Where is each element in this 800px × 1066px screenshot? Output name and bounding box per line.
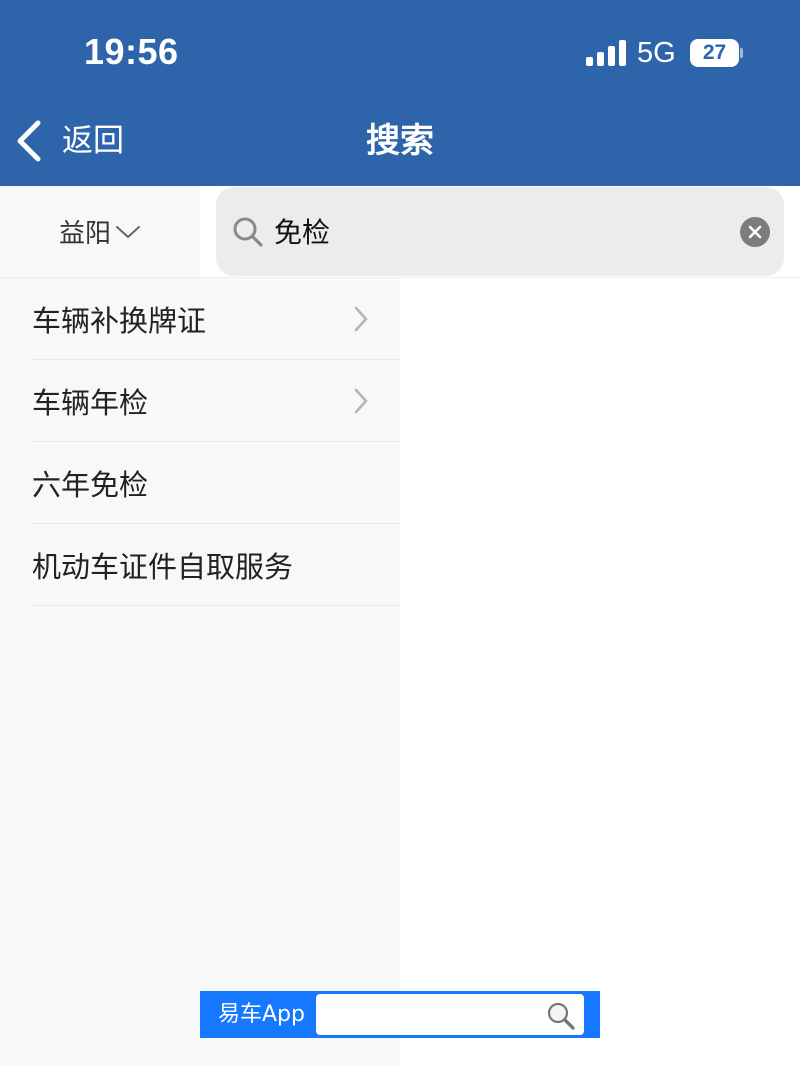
- watermark-label: 易车App: [218, 1002, 305, 1027]
- chevron-down-icon: [116, 225, 140, 238]
- city-label: 益阳: [58, 219, 111, 249]
- watermark-field: [316, 994, 584, 1035]
- result-label: 车辆补换牌证: [32, 303, 207, 338]
- search-icon: [233, 217, 263, 247]
- results-panel: 车辆补换牌证 车辆年检 六年免检 机动车证件自取服务: [0, 278, 400, 1066]
- result-item[interactable]: 车辆补换牌证: [32, 278, 400, 360]
- status-time: 19:56: [84, 31, 179, 72]
- city-selector[interactable]: 益阳: [0, 186, 200, 277]
- watermark-banner: 易车App: [200, 991, 600, 1038]
- back-label: 返回: [62, 123, 124, 159]
- chevron-right-icon: [354, 388, 368, 414]
- chevron-left-icon: [17, 120, 41, 162]
- chevron-right-icon: [354, 306, 368, 332]
- magnifier-icon: [547, 1002, 575, 1030]
- result-label: 机动车证件自取服务: [32, 549, 294, 584]
- search-box[interactable]: [216, 187, 784, 276]
- result-item[interactable]: 六年免检: [32, 442, 400, 524]
- clear-icon: [748, 225, 762, 239]
- battery-icon: 27: [690, 39, 743, 67]
- result-item[interactable]: 车辆年检: [32, 360, 400, 442]
- result-item[interactable]: 机动车证件自取服务: [32, 524, 400, 606]
- search-screen: 19:56 5G 27 返回 搜索 益阳 免检 车辆补换牌证 车辆年检 六年免检…: [0, 0, 800, 1066]
- search-input[interactable]: [274, 201, 724, 261]
- network-label: 5G: [637, 37, 676, 69]
- back-button[interactable]: 返回: [14, 116, 124, 166]
- result-label: 车辆年检: [32, 385, 149, 420]
- results-list: 车辆补换牌证 车辆年检 六年免检 机动车证件自取服务: [0, 278, 400, 606]
- battery-level: 27: [702, 41, 727, 64]
- result-label: 六年免检: [32, 467, 149, 502]
- search-row: 益阳: [0, 186, 800, 278]
- clear-button[interactable]: [740, 217, 770, 247]
- signal-icon: [586, 40, 626, 66]
- app-header: 19:56 5G 27 返回 搜索: [0, 0, 800, 186]
